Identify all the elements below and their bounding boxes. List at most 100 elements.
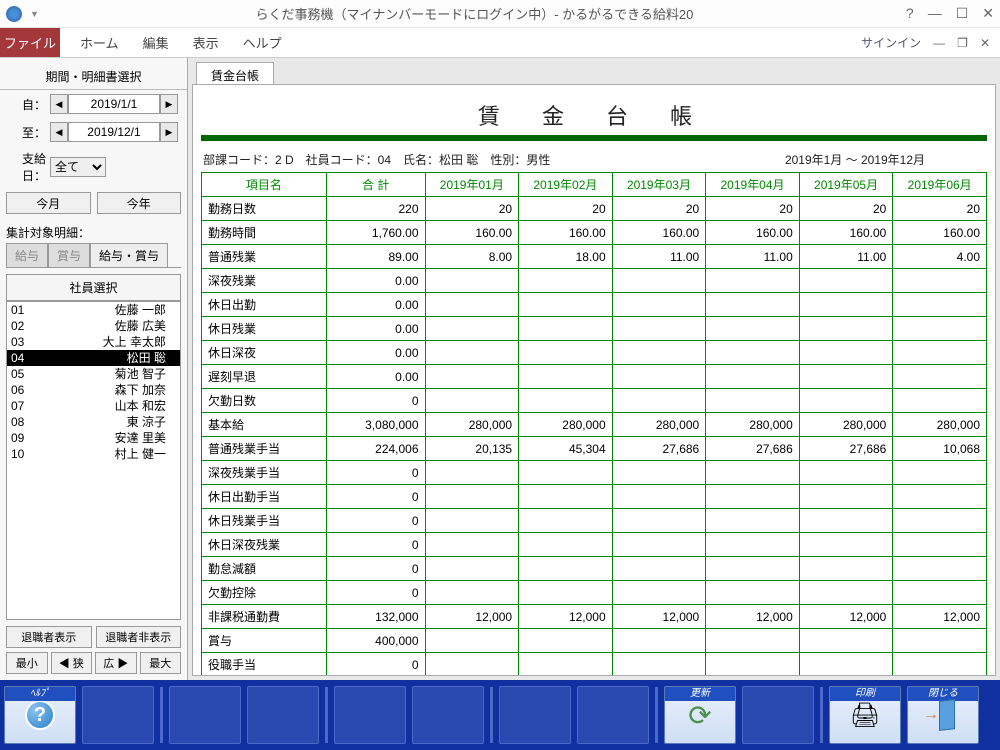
ribbon-tab-2[interactable]: 表示 (193, 27, 219, 58)
tab-salary[interactable]: 給与 (6, 243, 48, 267)
help-icon: ? (25, 700, 55, 730)
table-row: 欠勤控除0 (202, 581, 987, 605)
from-prev-button[interactable]: ◀ (50, 94, 68, 114)
app-icon (6, 6, 22, 22)
file-tab[interactable]: ファイル (0, 28, 60, 57)
empty-button-6[interactable] (499, 686, 571, 744)
empty-button-8[interactable] (742, 686, 814, 744)
size-min-button[interactable]: 最小 (6, 652, 48, 674)
from-next-button[interactable]: ▶ (160, 94, 178, 114)
signin-link[interactable]: サインイン (861, 34, 921, 51)
show-retired-button[interactable]: 退職者表示 (6, 626, 92, 648)
table-header: 2019年02月 (519, 173, 613, 197)
printer-icon: 🖨 (850, 701, 880, 730)
document-title: 賃 金 台 帳 (201, 93, 987, 135)
table-row: 普通残業89.008.0018.0011.0011.0011.004.00 (202, 245, 987, 269)
titlebar: ▼ らくだ事務機（マイナンバーモードにログイン中）- かるがるできる給料20 ?… (0, 0, 1000, 28)
table-row: 基本給3,080,000280,000280,000280,000280,000… (202, 413, 987, 437)
table-row: 休日深夜0.00 (202, 341, 987, 365)
inner-minimize-icon[interactable]: — (933, 36, 945, 50)
table-header: 2019年05月 (799, 173, 893, 197)
table-row: 賞与400,000 (202, 629, 987, 653)
minimize-icon[interactable]: — (928, 5, 942, 22)
window-title: らくだ事務機（マイナンバーモードにログイン中）- かるがるできる給料20 (43, 4, 906, 23)
table-row: 休日出勤0.00 (202, 293, 987, 317)
help-label: ﾍﾙﾌﾟ (5, 687, 75, 701)
wage-table: 項目名合 計2019年01月2019年02月2019年03月2019年04月20… (201, 172, 987, 676)
table-row: 普通残業手当224,00620,13545,30427,68627,68627,… (202, 437, 987, 461)
empty-button-1[interactable] (82, 686, 154, 744)
employee-row[interactable]: 08東 涼子 (7, 414, 180, 430)
print-button[interactable]: 印刷 🖨 (829, 686, 901, 744)
employee-row[interactable]: 06森下 加奈 (7, 382, 180, 398)
employee-row[interactable]: 01佐藤 一郎 (7, 302, 180, 318)
table-header: 合 計 (326, 173, 425, 197)
help-button[interactable]: ﾍﾙﾌﾟ ? (4, 686, 76, 744)
left-panel: 期間・明細書選択 自： ◀ ▶ 至： ◀ ▶ 支給日： 全て 今月 今 (0, 58, 188, 680)
ribbon-tab-0[interactable]: ホーム (80, 27, 119, 58)
employee-row[interactable]: 03大上 幸太郎 (7, 334, 180, 350)
refresh-button[interactable]: 更新 ⟳ (664, 686, 736, 744)
tab-salary-bonus[interactable]: 給与・賞与 (90, 243, 168, 267)
period-selection-title: 期間・明細書選択 (0, 64, 187, 90)
ribbon: ファイル ホーム編集表示ヘルプ サインイン — ❐ ✕ (0, 28, 1000, 58)
bottom-bar: ﾍﾙﾌﾟ ? 更新 ⟳ 印刷 🖨 閉じる (0, 680, 1000, 750)
employee-row[interactable]: 02佐藤 広美 (7, 318, 180, 334)
empty-button-2[interactable] (169, 686, 241, 744)
table-header: 2019年01月 (425, 173, 519, 197)
to-label: 至： (6, 124, 46, 141)
maximize-icon[interactable]: ☐ (956, 5, 969, 22)
from-date-input[interactable] (68, 94, 160, 114)
this-month-button[interactable]: 今月 (6, 192, 91, 214)
table-row: 遅刻早退0.00 (202, 365, 987, 389)
empty-button-4[interactable] (334, 686, 406, 744)
ribbon-tab-1[interactable]: 編集 (143, 27, 169, 58)
close-button[interactable]: 閉じる (907, 686, 979, 744)
to-next-button[interactable]: ▶ (160, 122, 178, 142)
size-max-button[interactable]: 最大 (140, 652, 182, 674)
table-row: 勤怠減額0 (202, 557, 987, 581)
employee-info: 部課コード：2 D 社員コード：04 氏名：松田 聡 性別：男性 (203, 151, 725, 168)
table-row: 勤務時間1,760.00160.00160.00160.00160.00160.… (202, 221, 987, 245)
help-icon[interactable]: ? (906, 5, 914, 22)
inner-restore-icon[interactable]: ❐ (957, 36, 968, 50)
employee-row[interactable]: 07山本 和宏 (7, 398, 180, 414)
aggregation-label: 集計対象明細： (0, 218, 187, 243)
close-icon[interactable]: ✕ (982, 5, 994, 22)
titlebar-dropdown-icon[interactable]: ▼ (30, 9, 39, 19)
to-prev-button[interactable]: ◀ (50, 122, 68, 142)
employee-list[interactable]: 01佐藤 一郎02佐藤 広美03大上 幸太郎04松田 聡05菊池 智子06森下 … (6, 301, 181, 620)
refresh-icon: ⟳ (688, 699, 711, 732)
exit-door-icon (929, 700, 957, 730)
employee-row[interactable]: 09安達 里美 (7, 430, 180, 446)
to-date-input[interactable] (68, 122, 160, 142)
empty-button-7[interactable] (577, 686, 649, 744)
table-row: 役職手当0 (202, 653, 987, 677)
table-header: 2019年06月 (893, 173, 987, 197)
table-row: 深夜残業0.00 (202, 269, 987, 293)
table-row: 勤務日数220202020202020 (202, 197, 987, 221)
table-header: 項目名 (202, 173, 327, 197)
employee-row[interactable]: 04松田 聡 (7, 350, 180, 366)
empty-button-3[interactable] (247, 686, 319, 744)
close-label: 閉じる (908, 687, 978, 701)
ribbon-tab-3[interactable]: ヘルプ (243, 27, 282, 58)
size-wide-button[interactable]: 広 ▶ (95, 652, 137, 674)
table-row: 休日深夜残業0 (202, 533, 987, 557)
table-row: 非課税通勤費132,00012,00012,00012,00012,00012,… (202, 605, 987, 629)
payday-label: 支給日： (6, 150, 46, 184)
title-underline (201, 135, 987, 141)
table-header: 2019年04月 (706, 173, 800, 197)
print-label: 印刷 (830, 687, 900, 701)
employee-row[interactable]: 05菊池 智子 (7, 366, 180, 382)
payday-select[interactable]: 全て (50, 157, 106, 177)
employee-row[interactable]: 10村上 健一 (7, 446, 180, 462)
refresh-label: 更新 (665, 687, 735, 701)
table-row: 深夜残業手当0 (202, 461, 987, 485)
inner-close-icon[interactable]: ✕ (980, 36, 990, 50)
tab-bonus[interactable]: 賞与 (48, 243, 90, 267)
this-year-button[interactable]: 今年 (97, 192, 182, 214)
size-narrow-button[interactable]: ◀ 狭 (51, 652, 93, 674)
empty-button-5[interactable] (412, 686, 484, 744)
hide-retired-button[interactable]: 退職者非表示 (96, 626, 182, 648)
